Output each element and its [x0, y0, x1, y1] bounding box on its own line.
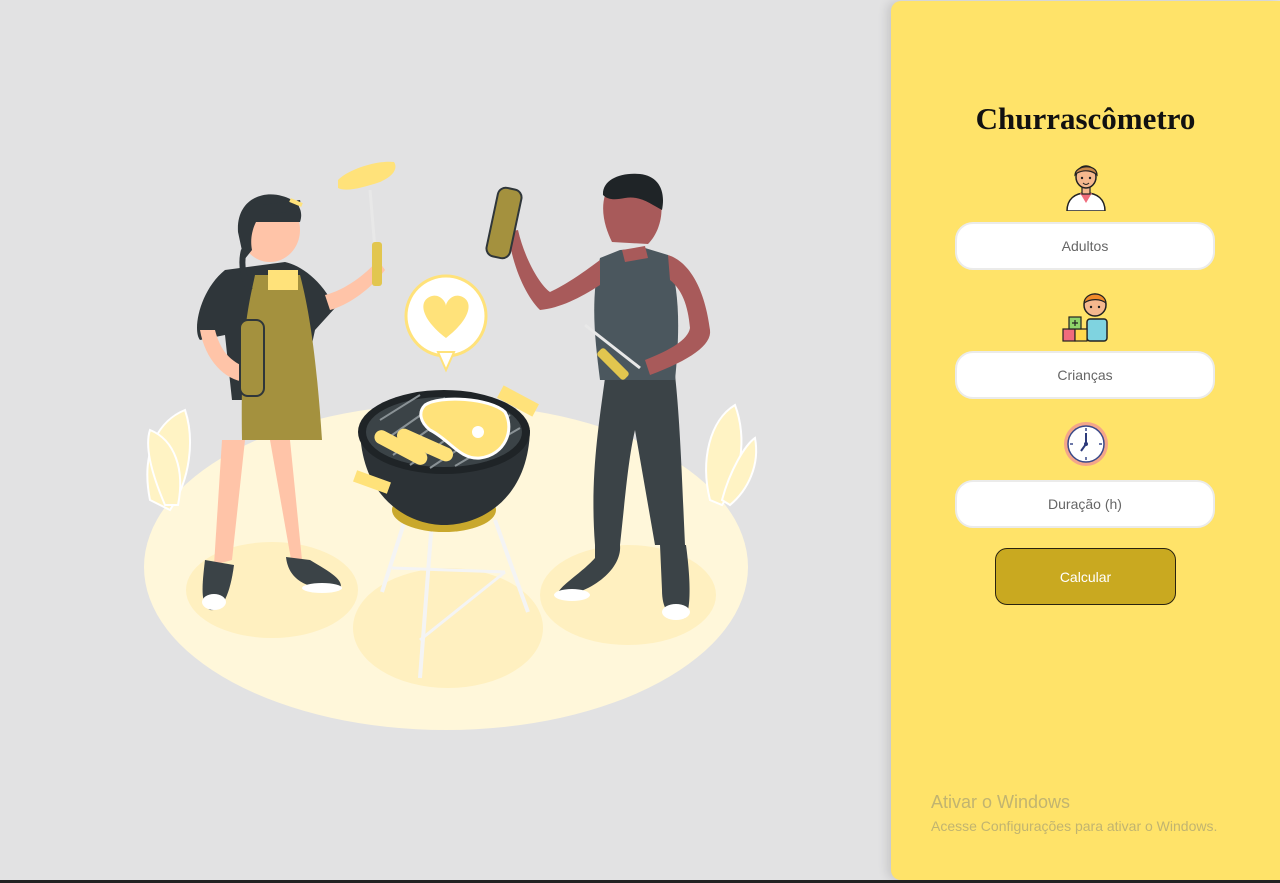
- clock-icon: [1064, 422, 1108, 466]
- adults-input[interactable]: [955, 222, 1215, 270]
- calculate-button[interactable]: Calcular: [995, 548, 1176, 605]
- calculator-panel: Churrascômetro C: [891, 1, 1280, 880]
- child-icon: [1062, 293, 1108, 342]
- adult-icon: [1066, 165, 1106, 211]
- windows-activation-subtitle: Acesse Configurações para ativar o Windo…: [931, 818, 1218, 834]
- children-input[interactable]: [955, 351, 1215, 399]
- duration-input[interactable]: [955, 480, 1215, 528]
- windows-activation-title: Ativar o Windows: [931, 792, 1071, 812]
- page-title: Churrascômetro: [975, 101, 1196, 136]
- barbecue-illustration: [0, 0, 890, 883]
